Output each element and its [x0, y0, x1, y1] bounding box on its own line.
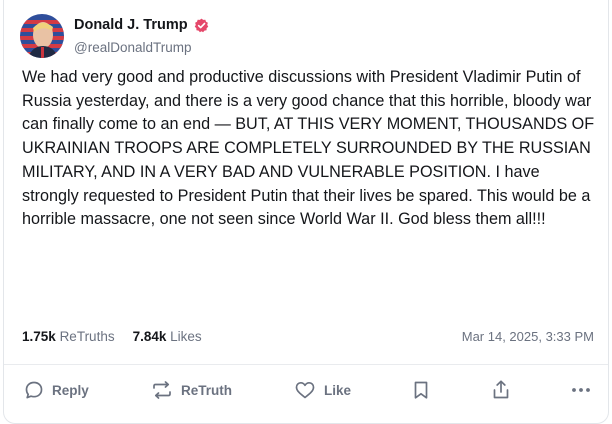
reply-label: Reply: [52, 382, 89, 398]
author-handle[interactable]: @realDonaldTrump: [74, 40, 192, 55]
retruth-arrows-icon: [153, 381, 171, 399]
divider: [4, 364, 608, 365]
retruth-button[interactable]: ReTruth: [151, 372, 232, 408]
retruths-stat[interactable]: 1.75k ReTruths: [22, 329, 115, 344]
verified-badge-icon: [194, 18, 208, 32]
speech-bubble-icon: [25, 381, 43, 399]
retruths-label: ReTruths: [59, 329, 115, 344]
like-button[interactable]: Like: [294, 372, 351, 408]
like-label: Like: [324, 382, 352, 398]
likes-stat[interactable]: 7.84k Likes: [133, 329, 202, 344]
post-card: Donald J. Trump @realDonaldTrump We had …: [3, 0, 609, 424]
avatar-image: [20, 14, 64, 58]
retruths-count: 1.75k: [22, 329, 56, 344]
action-bar: Reply ReTruth Like: [4, 372, 608, 408]
author-name[interactable]: Donald J. Trump: [74, 17, 188, 33]
bookmark-button[interactable]: [412, 372, 430, 408]
author-row: Donald J. Trump: [74, 17, 209, 33]
likes-label: Likes: [170, 329, 202, 344]
more-dots-icon: [572, 388, 590, 392]
post-text: We had very good and productive discussi…: [22, 68, 595, 229]
reply-button[interactable]: Reply: [24, 372, 89, 408]
post-stats: 1.75k ReTruths 7.84k Likes: [22, 329, 202, 344]
post-timestamp[interactable]: Mar 14, 2025, 3:33 PM: [462, 329, 594, 344]
bookmark-icon: [414, 381, 428, 399]
retruth-label: ReTruth: [181, 382, 233, 398]
more-options-button[interactable]: [570, 372, 592, 408]
avatar[interactable]: [20, 14, 64, 58]
share-button[interactable]: [491, 372, 511, 408]
heart-icon: [295, 381, 315, 399]
likes-count: 7.84k: [132, 329, 167, 344]
share-icon: [493, 380, 509, 399]
